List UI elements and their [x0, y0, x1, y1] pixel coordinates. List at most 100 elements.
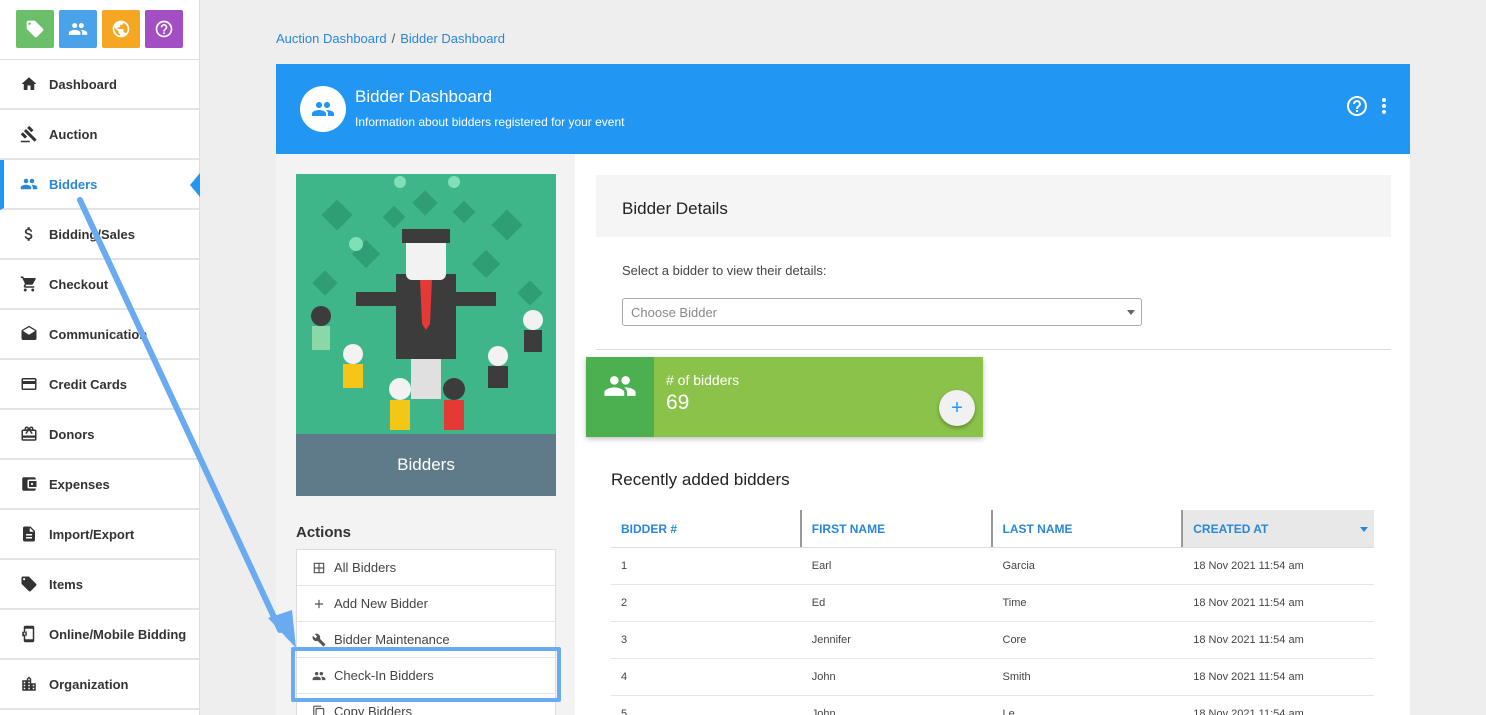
cell-bidder-number: 1: [621, 560, 628, 572]
bidders-illustration: [296, 174, 556, 434]
cell-first-name: John: [811, 708, 836, 715]
cell-last-name: Le: [1002, 708, 1015, 715]
people-icon: [604, 376, 636, 396]
main-panel: Bidders Actions All Bidders Add New Bidd…: [276, 154, 1410, 715]
column-header-first-name[interactable]: FIRST NAME: [802, 510, 993, 547]
sidebar-item-items[interactable]: Items: [0, 560, 199, 610]
cell-last-name: Core: [1002, 634, 1027, 646]
stat-icon-box: [586, 357, 654, 437]
sidebar-item-organization[interactable]: Organization: [0, 660, 199, 710]
action-label: All Bidders: [334, 560, 397, 575]
sidebar-item-label: Credit Cards: [49, 376, 128, 392]
sidebar-item-label: Donors: [49, 426, 95, 442]
cell-created-at: 18 Nov 2021 11:54 am: [1193, 560, 1304, 572]
column-header-bidder-number[interactable]: BIDDER #: [611, 510, 802, 547]
tag-icon: [21, 576, 37, 592]
choose-bidder-select[interactable]: Choose Bidder: [622, 298, 1142, 326]
cell-last-name: Smith: [1002, 671, 1031, 683]
dollar-icon: [24, 227, 33, 241]
table-row[interactable]: 2 Ed Time 18 Nov 2021 11:54 am: [611, 585, 1374, 622]
table-row[interactable]: 1 Earl Garcia 18 Nov 2021 11:54 am: [611, 548, 1374, 585]
select-placeholder: Choose Bidder: [631, 305, 717, 320]
globe-icon[interactable]: [102, 10, 140, 48]
action-all-bidders[interactable]: All Bidders: [297, 550, 555, 586]
home-icon: [21, 77, 37, 90]
sidebar-item-credit-cards[interactable]: Credit Cards: [0, 360, 199, 410]
page-subtitle: Information about bidders registered for…: [355, 115, 625, 129]
people-icon[interactable]: [59, 10, 97, 48]
more-vert-icon[interactable]: [1376, 94, 1392, 118]
cell-first-name: John: [811, 671, 836, 683]
header-avatar: [300, 86, 346, 132]
sidebar-item-label: Bidding/Sales: [49, 226, 135, 242]
sidebar-item-donors[interactable]: Donors: [0, 410, 199, 460]
file-icon: [23, 526, 35, 542]
hero-label: Bidders: [296, 434, 556, 496]
sidebar-item-dashboard[interactable]: Dashboard: [0, 60, 199, 110]
building-icon: [22, 676, 36, 691]
gavel-icon: [20, 125, 37, 143]
wallet-icon: [22, 477, 37, 491]
cell-bidder-number: 3: [621, 634, 628, 646]
sidebar-item-expenses[interactable]: Expenses: [0, 460, 199, 510]
sidebar-nav: Dashboard Auction Bidders Bidding/Sales …: [0, 60, 200, 710]
cell-first-name: Jennifer: [811, 634, 851, 646]
page-header: Bidder Dashboard Information about bidde…: [276, 64, 1410, 154]
recent-bidders-title: Recently added bidders: [611, 470, 790, 489]
sidebar-item-communication[interactable]: Communication: [0, 310, 199, 360]
table-row[interactable]: 4 John Smith 18 Nov 2021 11:54 am: [611, 659, 1374, 696]
action-label: Add New Bidder: [334, 596, 428, 611]
caret-down-icon: [1127, 310, 1135, 315]
table-row[interactable]: 5 John Le 18 Nov 2021 11:54 am: [611, 696, 1374, 715]
tag-icon[interactable]: [16, 10, 54, 48]
bidder-count-card: # of bidders 69 +: [586, 357, 983, 437]
gift-icon: [21, 426, 37, 441]
help-icon[interactable]: [1345, 94, 1369, 118]
sidebar-item-auction[interactable]: Auction: [0, 110, 199, 160]
cell-bidder-number: 2: [621, 597, 628, 609]
sidebar: Dashboard Auction Bidders Bidding/Sales …: [0, 0, 200, 715]
add-bidder-button[interactable]: +: [939, 390, 975, 426]
bidder-details-title: Bidder Details: [596, 175, 1391, 237]
left-column: Bidders Actions All Bidders Add New Bidd…: [276, 154, 575, 715]
table-row[interactable]: 3 Jennifer Core 18 Nov 2021 11:54 am: [611, 622, 1374, 659]
table-header-row: BIDDER # FIRST NAME LAST NAME CREATED AT: [611, 510, 1374, 548]
stat-value: 69: [666, 391, 690, 414]
grid-icon: [313, 562, 325, 573]
recent-bidders-table: BIDDER # FIRST NAME LAST NAME CREATED AT…: [611, 510, 1374, 715]
column-header-created-at[interactable]: CREATED AT: [1183, 510, 1374, 547]
mail-icon: [21, 325, 37, 340]
cell-created-at: 18 Nov 2021 11:54 am: [1193, 708, 1304, 715]
action-label: Copy Bidders: [334, 704, 413, 715]
action-add-new-bidder[interactable]: Add New Bidder: [297, 586, 555, 622]
breadcrumb-bidder-dashboard[interactable]: Bidder Dashboard: [400, 31, 505, 46]
mobile-icon: [22, 625, 35, 643]
actions-title: Actions: [296, 524, 352, 541]
page-title: Bidder Dashboard: [355, 87, 493, 106]
sidebar-item-import-export[interactable]: Import/Export: [0, 510, 199, 560]
sidebar-item-label: Items: [49, 576, 83, 592]
sidebar-item-checkout[interactable]: Checkout: [0, 260, 199, 310]
column-header-last-name[interactable]: LAST NAME: [993, 510, 1184, 547]
help-icon[interactable]: [145, 10, 183, 48]
action-label: Bidder Maintenance: [334, 632, 450, 647]
sidebar-item-online-mobile-bidding[interactable]: Online/Mobile Bidding: [0, 610, 199, 660]
cell-created-at: 18 Nov 2021 11:54 am: [1193, 597, 1304, 609]
sidebar-item-bidders[interactable]: Bidders: [0, 160, 200, 210]
cell-created-at: 18 Nov 2021 11:54 am: [1193, 634, 1304, 646]
sidebar-item-label: Import/Export: [49, 526, 135, 542]
stat-label: # of bidders: [666, 372, 740, 388]
bidder-details-card: Bidder Details Select a bidder to view t…: [596, 175, 1391, 350]
breadcrumb-auction-dashboard[interactable]: Auction Dashboard: [276, 31, 387, 46]
wrench-icon: [312, 633, 326, 646]
plus-icon: [314, 599, 324, 608]
sidebar-item-label: Auction: [49, 126, 98, 142]
sidebar-item-label: Checkout: [49, 276, 109, 292]
sidebar-item-bidding-sales[interactable]: Bidding/Sales: [0, 210, 199, 260]
annotation-highlight-box: [291, 647, 561, 702]
people-icon: [312, 102, 334, 116]
breadcrumb: Auction Dashboard / Bidder Dashboard: [276, 31, 505, 46]
cell-created-at: 18 Nov 2021 11:54 am: [1193, 671, 1304, 683]
sidebar-item-label: Expenses: [49, 476, 110, 492]
people-icon: [20, 178, 38, 190]
